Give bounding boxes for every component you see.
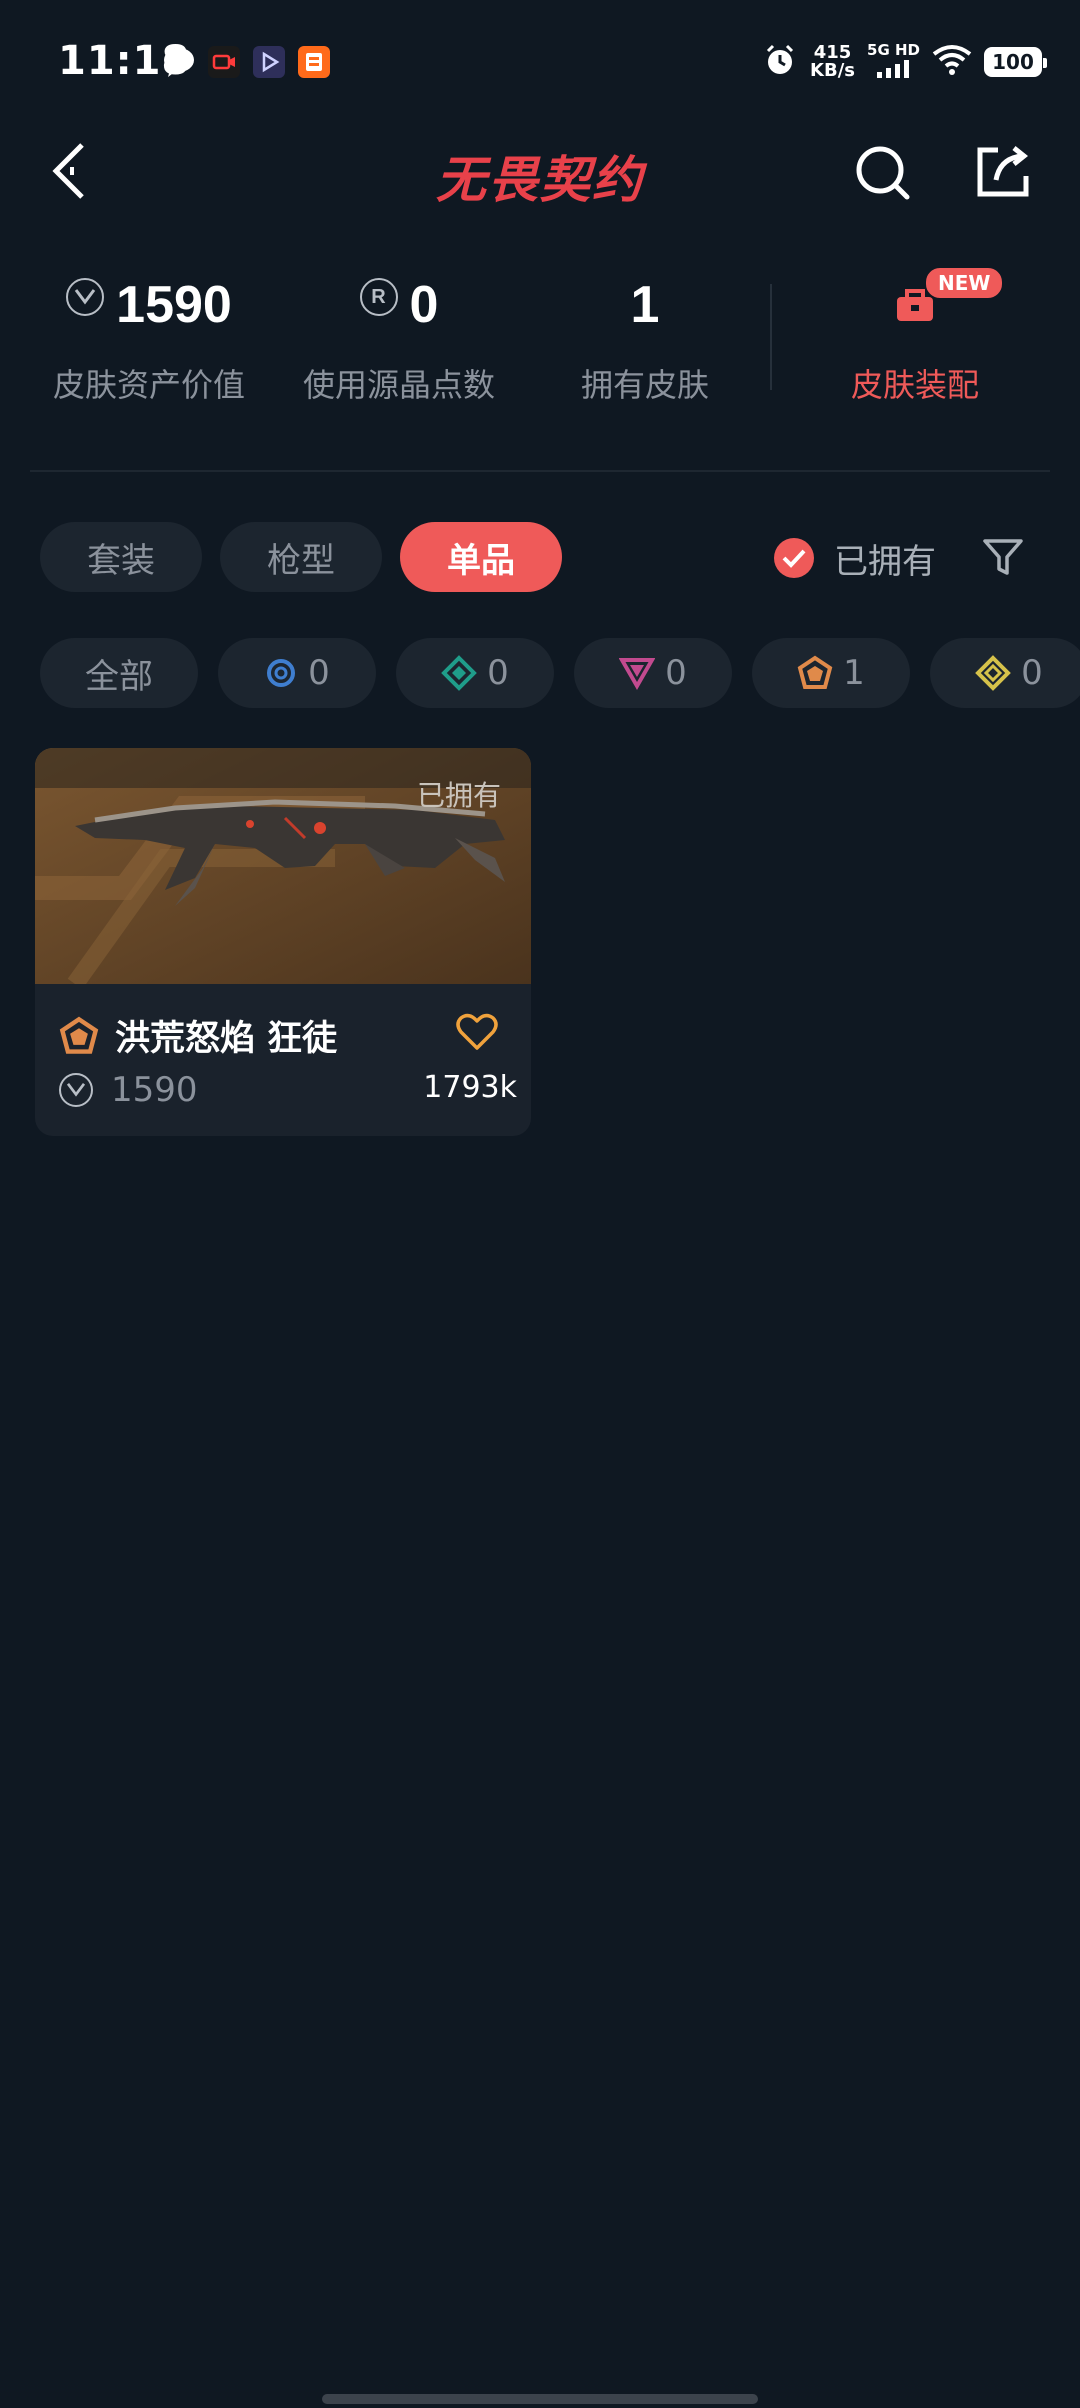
skin-equip-label: 皮肤装配 [850, 366, 979, 404]
tab-single-items[interactable]: 单品 [400, 522, 562, 592]
skin-image: 已拥有 [35, 748, 531, 984]
radiant-points: 0 [409, 276, 439, 334]
chat-icon [162, 46, 194, 78]
owned-tag: 已拥有 [416, 779, 501, 812]
app-logo: 无畏契约 [436, 151, 644, 209]
funnel-icon [983, 539, 1023, 575]
premium-tier-icon [619, 658, 656, 690]
share-button[interactable] [968, 136, 1038, 206]
chip-count: 0 [308, 653, 330, 693]
chip-exclusive-tier[interactable]: 1 [752, 638, 910, 708]
signal-group: 5G HD [867, 42, 920, 82]
chip-premium-tier[interactable]: 0 [574, 638, 732, 708]
radianite-icon: R [359, 278, 398, 316]
tab-weapon-types[interactable]: 枪型 [220, 522, 382, 592]
skin-price-row: 1590 [59, 1070, 198, 1110]
checkmark-icon [774, 538, 814, 578]
search-button[interactable] [848, 138, 918, 208]
chip-count: 0 [665, 653, 687, 693]
deluxe-tier-icon [441, 655, 478, 691]
asset-value: 1590 [116, 276, 232, 334]
category-tabs: 套装 枪型 单品 [40, 522, 562, 592]
home-indicator[interactable] [322, 2394, 758, 2404]
tab-bundles[interactable]: 套装 [40, 522, 202, 592]
select-tier-icon [267, 659, 296, 687]
net-speed-unit: KB/s [810, 60, 856, 81]
chip-count: 0 [1021, 653, 1043, 693]
taobao-icon [298, 46, 330, 78]
video-app-icon [253, 46, 285, 78]
chip-count: 0 [487, 653, 509, 693]
owned-skins-label: 拥有皮肤 [580, 366, 709, 404]
rarity-filter-chips: 全部 0 0 0 1 0 [40, 638, 1080, 708]
exclusive-tier-icon [59, 1016, 99, 1054]
skin-card[interactable]: 已拥有 洪荒怒焰 狂徒 1590 1793k [35, 748, 531, 1136]
search-icon [856, 146, 910, 200]
chip-ultra-tier[interactable]: 0 [930, 638, 1080, 708]
stats-divider [770, 284, 772, 390]
app-header: 无畏契约 [0, 120, 1080, 220]
heart-icon[interactable] [455, 1012, 499, 1052]
battery-icon: 100 [984, 47, 1047, 77]
record-icon [208, 46, 240, 78]
new-badge: NEW [924, 266, 1005, 300]
status-bar: 11:18 415 KB/s 5G HD 100 [0, 0, 1080, 120]
ultra-tier-icon [975, 655, 1012, 691]
valorant-points-icon [59, 1073, 93, 1107]
section-divider [30, 470, 1050, 472]
network-type: 5G HD [867, 41, 920, 59]
radiant-points-label: 使用源晶点数 [302, 366, 495, 404]
exclusive-tier-icon [797, 655, 833, 689]
chip-all-label: 全部 [85, 656, 153, 697]
alarm-icon [762, 42, 798, 82]
owned-skins-count: 1 [630, 276, 660, 334]
skin-title-row: 洪荒怒焰 狂徒 [59, 1010, 337, 1061]
share-icon [977, 146, 1029, 197]
chip-all[interactable]: 全部 [40, 638, 198, 708]
skin-name: 洪荒怒焰 狂徒 [115, 1019, 338, 1059]
skin-likes: 1793k [423, 1070, 517, 1105]
chip-select-tier[interactable]: 0 [218, 638, 376, 708]
stat-owned-skins: 1 拥有皮肤 [520, 270, 770, 406]
chip-count: 1 [843, 653, 865, 693]
chip-deluxe-tier[interactable]: 0 [396, 638, 554, 708]
owned-filter-toggle[interactable]: 已拥有 [774, 528, 936, 588]
wifi-icon [932, 44, 972, 80]
filter-button[interactable] [978, 532, 1028, 582]
owned-filter-label: 已拥有 [834, 541, 936, 582]
skin-price: 1590 [111, 1070, 198, 1110]
stat-radiant-points: R 0 使用源晶点数 [274, 270, 524, 406]
asset-value-label: 皮肤资产价值 [52, 366, 245, 404]
net-speed: 415 KB/s [810, 44, 855, 80]
signal-icon [875, 58, 913, 82]
stat-asset-value: 1590 皮肤资产价值 [24, 270, 274, 406]
status-right: 415 KB/s 5G HD 100 [762, 40, 1047, 84]
stats-summary: 1590 皮肤资产价值 R 0 使用源晶点数 1 拥有皮肤 皮肤装配 [0, 270, 1080, 430]
valorant-points-icon [66, 278, 105, 316]
